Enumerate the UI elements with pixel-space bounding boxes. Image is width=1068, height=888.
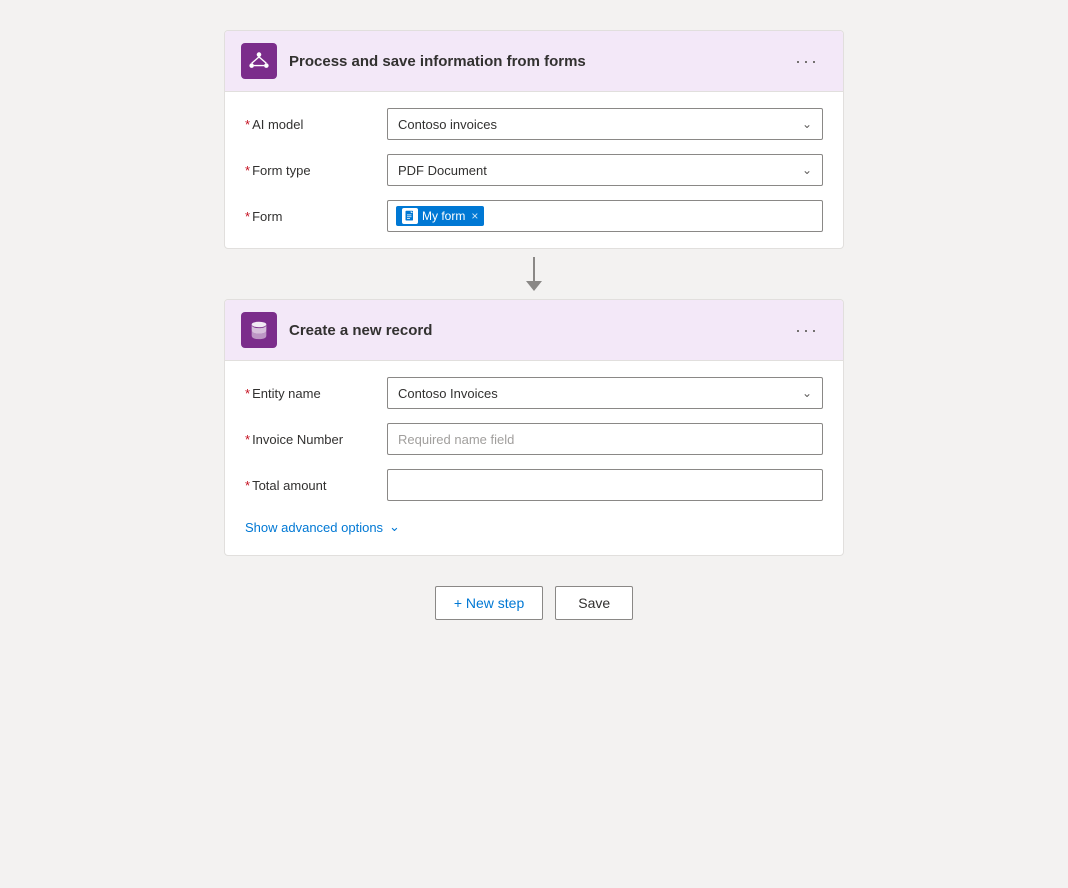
- card2-body: *Entity name Contoso Invoices ⌄ *Invoice…: [225, 361, 843, 555]
- card2-title: Create a new record: [289, 322, 432, 339]
- card2-more-button[interactable]: ···: [787, 316, 827, 345]
- network-svg-icon: [248, 50, 270, 72]
- total-amount-row: *Total amount: [245, 469, 823, 501]
- total-amount-control: [387, 469, 823, 501]
- ai-model-label: *AI model: [245, 117, 375, 132]
- form-type-value: PDF Document: [398, 163, 487, 178]
- invoice-number-required-star: *: [245, 432, 250, 447]
- form-tag-close-icon[interactable]: ×: [471, 209, 478, 223]
- connector-arrow-icon: [526, 281, 542, 291]
- new-step-button[interactable]: + New step: [435, 586, 543, 620]
- ai-model-required-star: *: [245, 117, 250, 132]
- ai-model-control: Contoso invoices ⌄: [387, 108, 823, 140]
- actions-bar: + New step Save: [435, 586, 633, 620]
- ai-model-value: Contoso invoices: [398, 117, 497, 132]
- invoice-number-row: *Invoice Number: [245, 423, 823, 455]
- database-svg-icon: [248, 319, 270, 341]
- card-process-forms: Process and save information from forms …: [224, 30, 844, 249]
- form-type-select[interactable]: PDF Document ⌄: [387, 154, 823, 186]
- form-type-label: *Form type: [245, 163, 375, 178]
- card1-icon: [241, 43, 277, 79]
- save-button[interactable]: Save: [555, 586, 633, 620]
- invoice-number-input[interactable]: [387, 423, 823, 455]
- entity-name-label: *Entity name: [245, 386, 375, 401]
- form-control: My form ×: [387, 200, 823, 232]
- card2-header-left: Create a new record: [241, 312, 432, 348]
- form-required-star: *: [245, 209, 250, 224]
- show-advanced-button[interactable]: Show advanced options ⌄: [245, 515, 823, 539]
- form-type-required-star: *: [245, 163, 250, 178]
- entity-name-control: Contoso Invoices ⌄: [387, 377, 823, 409]
- show-advanced-chevron-icon: ⌄: [389, 519, 400, 535]
- form-type-control: PDF Document ⌄: [387, 154, 823, 186]
- card1-header: Process and save information from forms …: [225, 31, 843, 92]
- form-tag-label: My form: [422, 209, 465, 223]
- ai-model-chevron-icon: ⌄: [802, 117, 812, 131]
- form-tag: My form ×: [396, 206, 484, 226]
- ai-model-row: *AI model Contoso invoices ⌄: [245, 108, 823, 140]
- card1-title: Process and save information from forms: [289, 53, 586, 70]
- entity-name-chevron-icon: ⌄: [802, 386, 812, 400]
- card2-header: Create a new record ···: [225, 300, 843, 361]
- invoice-number-control: [387, 423, 823, 455]
- form-tag-container[interactable]: My form ×: [387, 200, 823, 232]
- card2-icon: [241, 312, 277, 348]
- invoice-number-label: *Invoice Number: [245, 432, 375, 447]
- form-row: *Form: [245, 200, 823, 232]
- total-amount-label: *Total amount: [245, 478, 375, 493]
- form-file-icon: [404, 210, 416, 222]
- total-amount-required-star: *: [245, 478, 250, 493]
- show-advanced-label: Show advanced options: [245, 520, 383, 535]
- ai-model-select[interactable]: Contoso invoices ⌄: [387, 108, 823, 140]
- card1-body: *AI model Contoso invoices ⌄ *Form type …: [225, 92, 843, 248]
- form-type-chevron-icon: ⌄: [802, 163, 812, 177]
- card-create-record: Create a new record ··· *Entity name Con…: [224, 299, 844, 556]
- form-tag-icon: [402, 208, 418, 224]
- entity-name-select[interactable]: Contoso Invoices ⌄: [387, 377, 823, 409]
- card1-more-button[interactable]: ···: [787, 47, 827, 76]
- entity-name-row: *Entity name Contoso Invoices ⌄: [245, 377, 823, 409]
- connector: [526, 249, 542, 299]
- card1-header-left: Process and save information from forms: [241, 43, 586, 79]
- form-type-row: *Form type PDF Document ⌄: [245, 154, 823, 186]
- connector-line: [533, 257, 535, 281]
- entity-name-value: Contoso Invoices: [398, 386, 498, 401]
- total-amount-input[interactable]: [387, 469, 823, 501]
- entity-name-required-star: *: [245, 386, 250, 401]
- form-label: *Form: [245, 209, 375, 224]
